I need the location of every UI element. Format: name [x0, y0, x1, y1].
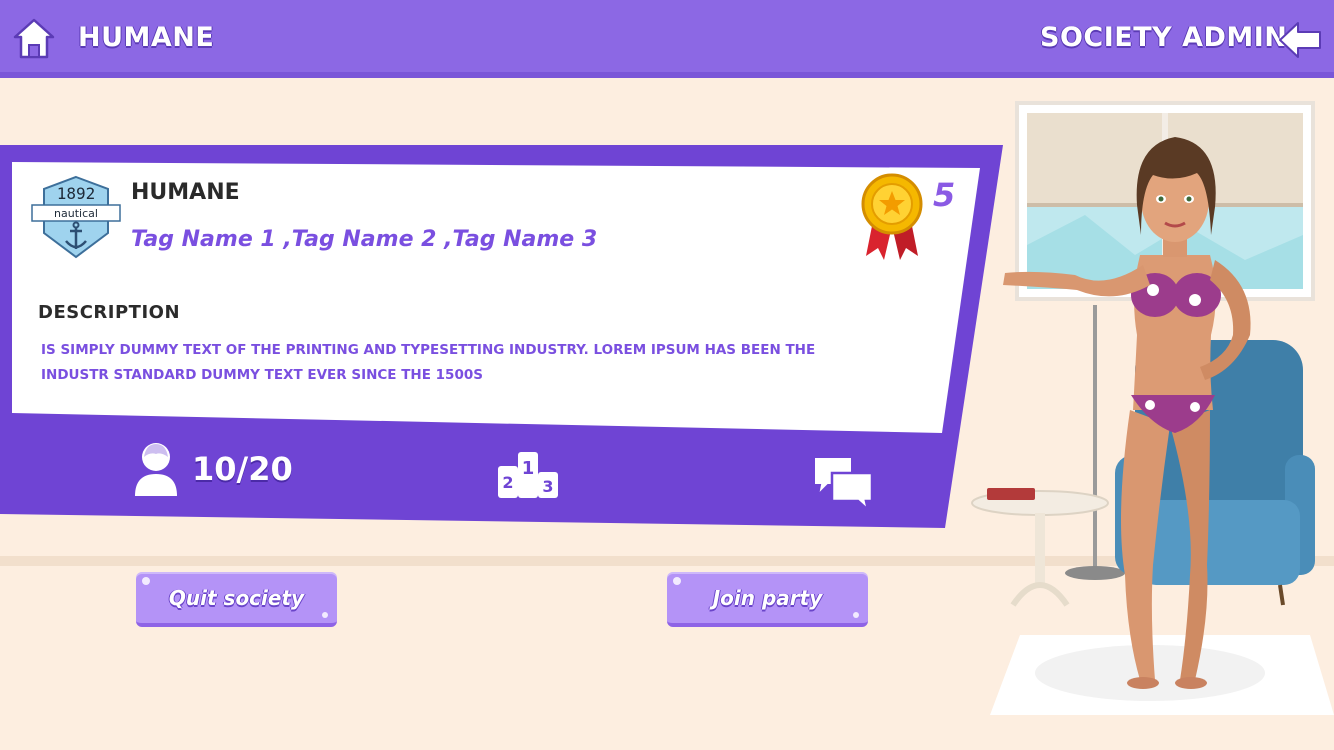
- join-party-button[interactable]: Join party: [667, 572, 868, 627]
- society-name: HUMANE: [131, 180, 240, 205]
- user-icon: [135, 443, 177, 496]
- button-shine: [322, 612, 328, 618]
- rank-digit-3: 3: [542, 477, 553, 496]
- chat-icon[interactable]: [812, 455, 874, 511]
- button-shine: [142, 577, 150, 585]
- society-emblem: 1892 nautical: [31, 175, 121, 259]
- header-right-title: SOCIETY ADMIN: [1040, 22, 1288, 53]
- top-bar: HUMANE SOCIETY ADMIN: [0, 0, 1334, 78]
- lamp-base: [1065, 566, 1125, 580]
- medal-count: 5: [933, 176, 956, 214]
- emblem-label: nautical: [54, 207, 98, 220]
- home-icon[interactable]: [12, 17, 56, 61]
- button-shine: [853, 612, 859, 618]
- character-scene: [971, 101, 1334, 715]
- medal-icon: [861, 173, 923, 260]
- quit-society-label: Quit society: [168, 585, 305, 610]
- back-arrow-icon[interactable]: [1278, 21, 1322, 59]
- rank-digit-2: 2: [502, 473, 513, 492]
- members-count: 10/20: [192, 450, 293, 488]
- quit-society-button[interactable]: Quit society: [136, 572, 337, 627]
- side-table: [971, 488, 1109, 607]
- emblem-year: 1892: [57, 184, 96, 203]
- join-party-label: Join party: [712, 585, 823, 610]
- rank-digit-1: 1: [522, 458, 535, 479]
- society-tags: Tag Name 1 ,Tag Name 2 ,Tag Name 3: [131, 227, 598, 252]
- description-label: DESCRIPTION: [38, 302, 181, 323]
- button-shine: [673, 577, 681, 585]
- description-text: IS SIMPLY DUMMY TEXT OF THE PRINTING AND…: [41, 342, 816, 383]
- header-title: HUMANE: [78, 22, 215, 53]
- podium-icon[interactable]: 2 1 3: [496, 448, 560, 500]
